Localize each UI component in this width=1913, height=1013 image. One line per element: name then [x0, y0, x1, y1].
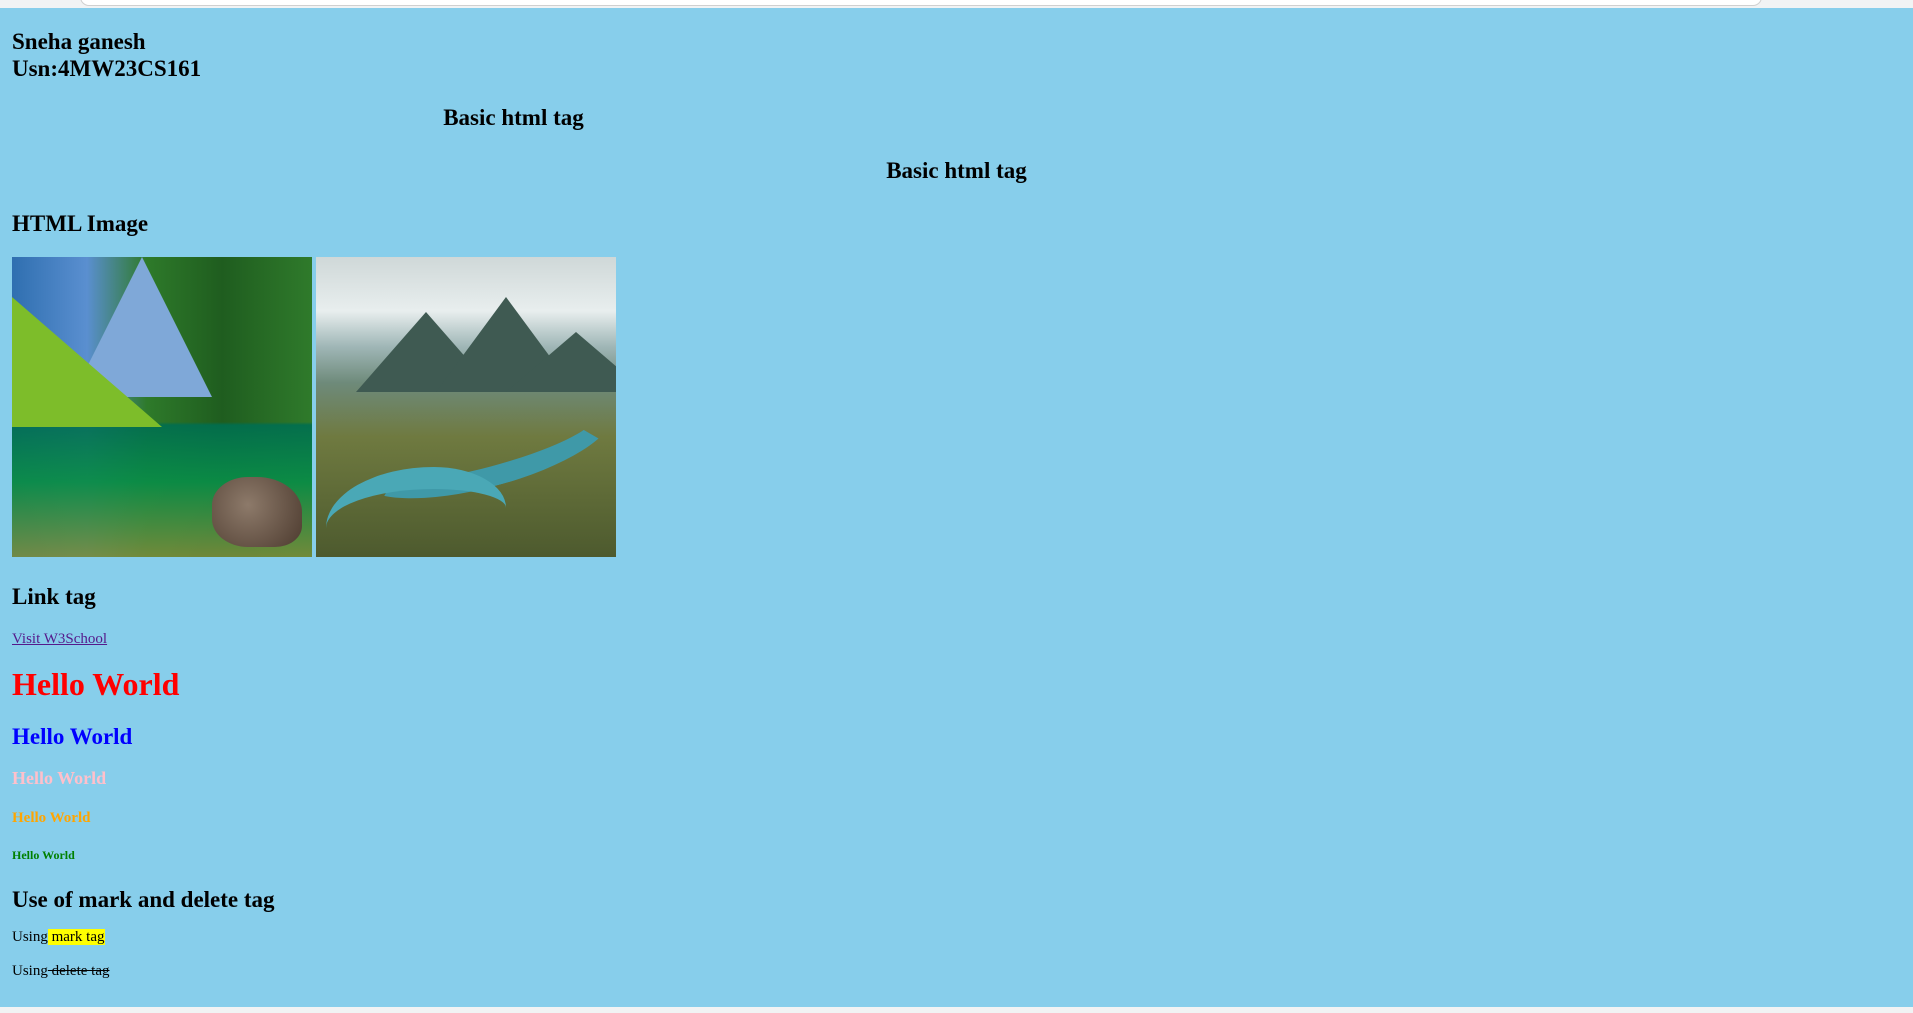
page-body: Sneha ganesh Usn:4MW23CS161 Basic html t… — [0, 8, 1913, 1007]
browser-chrome-bottom — [0, 1007, 1913, 1013]
address-bar[interactable] — [80, 0, 1762, 6]
lake-forest-image — [12, 257, 312, 557]
visit-w3school-link[interactable]: Visit W3School — [12, 631, 107, 648]
river-valley-image — [316, 257, 616, 557]
content: Sneha ganesh Usn:4MW23CS161 Basic html t… — [0, 8, 1913, 980]
mark-paragraph: Using mark tag — [12, 928, 1901, 946]
header-block: Sneha ganesh Usn:4MW23CS161 — [12, 8, 1901, 82]
heading-html-image: HTML Image — [12, 211, 149, 236]
hello-world-h1: Hello World — [12, 666, 180, 702]
mark-text: mark tag — [47, 929, 105, 945]
student-usn: Usn:4MW23CS161 — [12, 56, 202, 81]
hello-world-h2: Hello World — [12, 724, 133, 749]
hello-world-h3: Hello World — [12, 768, 107, 788]
student-name: Sneha ganesh — [12, 29, 146, 54]
mark-prefix: Using — [12, 929, 48, 945]
delete-prefix: Using — [12, 963, 48, 979]
mountain-shape — [506, 332, 616, 392]
hello-world-h4: Hello World — [12, 810, 91, 826]
delete-paragraph: Using delete tag — [12, 962, 1901, 980]
browser-chrome-top — [0, 0, 1913, 8]
heading-basic-html-tag-2: Basic html tag — [886, 158, 1027, 183]
heading-link-tag: Link tag — [12, 584, 96, 609]
rocks-shape — [212, 477, 302, 547]
river-shape — [326, 467, 506, 557]
deleted-text: delete tag — [47, 963, 110, 979]
heading-basic-html-tag-1: Basic html tag — [443, 105, 584, 130]
green-slope-shape — [12, 297, 162, 427]
image-row — [12, 257, 1901, 557]
heading-mark-delete: Use of mark and delete tag — [12, 887, 275, 912]
hello-world-h5: Hello World — [12, 848, 75, 862]
